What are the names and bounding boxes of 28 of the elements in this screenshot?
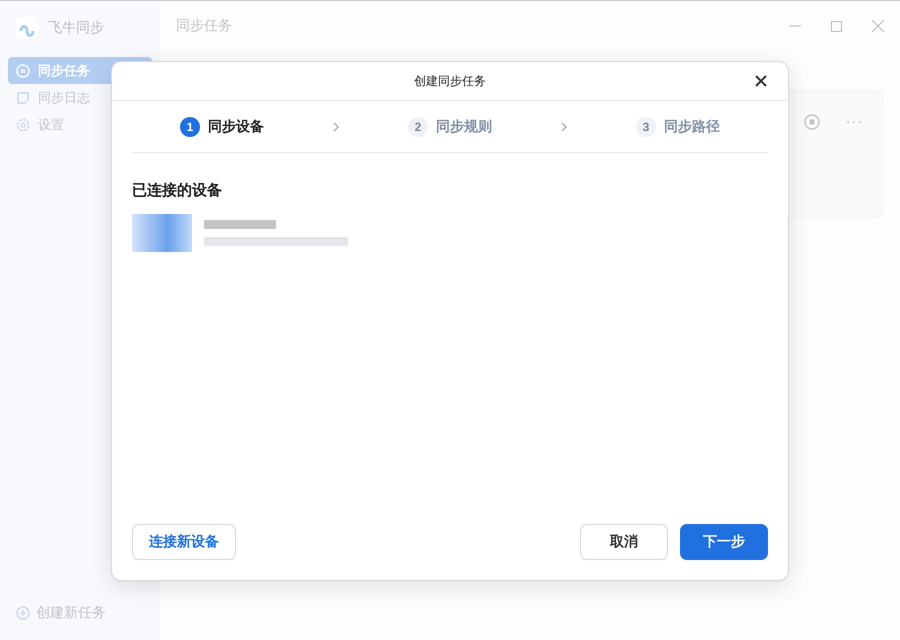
blurred-device-name	[204, 220, 276, 229]
minimize-icon[interactable]	[789, 25, 801, 27]
sync-icon	[16, 64, 30, 78]
settings-icon	[16, 118, 30, 132]
create-task-link[interactable]: 创建新任务	[8, 604, 152, 628]
connect-device-button[interactable]: 连接新设备	[132, 524, 236, 560]
chevron-icon	[333, 122, 339, 132]
step-label: 同步设备	[208, 118, 264, 136]
section-title: 已连接的设备	[132, 181, 223, 200]
logo-icon	[16, 17, 38, 39]
more-icon[interactable]	[846, 120, 862, 124]
next-button[interactable]: 下一步	[680, 524, 768, 560]
step-label: 同步规则	[436, 118, 492, 136]
close-icon[interactable]	[872, 20, 884, 32]
cancel-button[interactable]: 取消	[580, 524, 668, 560]
step-number: 2	[408, 116, 428, 136]
app-name: 飞牛同步	[48, 19, 104, 37]
step-label: 同步路径	[664, 118, 720, 136]
page-title: 同步任务	[176, 17, 233, 35]
step-number: 3	[636, 116, 656, 136]
blurred-device-icon	[132, 214, 192, 252]
stop-icon[interactable]	[804, 114, 820, 130]
note-icon	[16, 90, 30, 104]
dialog-title: 创建同步任务	[414, 72, 486, 90]
plus-icon	[16, 606, 30, 620]
maximize-icon[interactable]	[831, 20, 842, 32]
step-number: 1	[180, 116, 200, 136]
chevron-icon	[561, 122, 567, 132]
